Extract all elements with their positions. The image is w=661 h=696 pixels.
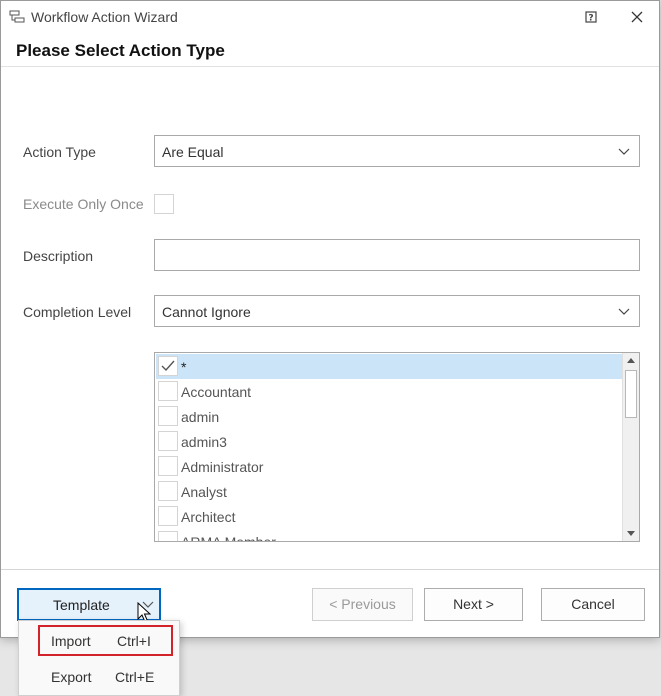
- list-item[interactable]: admin: [156, 404, 623, 429]
- list-item-label: *: [181, 359, 187, 375]
- footer-divider: [1, 569, 659, 570]
- menu-item-shortcut: Ctrl+I: [117, 633, 151, 649]
- list-item-label: ARMA Member: [181, 534, 276, 542]
- description-label: Description: [23, 248, 94, 264]
- action-type-value: Are Equal: [162, 144, 224, 160]
- next-button[interactable]: Next >: [424, 588, 523, 621]
- list-item[interactable]: Analyst: [156, 479, 623, 504]
- header-divider: [1, 66, 659, 67]
- menu-item-import[interactable]: Import Ctrl+I: [38, 625, 173, 656]
- list-item-checkbox[interactable]: [158, 531, 178, 541]
- action-type-dropdown[interactable]: Are Equal: [154, 135, 640, 167]
- previous-button[interactable]: < Previous: [312, 588, 413, 621]
- list-item-label: Architect: [181, 509, 236, 525]
- action-type-label: Action Type: [23, 144, 96, 160]
- description-input[interactable]: [154, 239, 640, 271]
- execute-only-once-checkbox[interactable]: [154, 194, 174, 214]
- list-item[interactable]: admin3: [156, 429, 623, 454]
- execute-only-once-label: Execute Only Once: [23, 196, 144, 212]
- template-button-label: Template: [53, 597, 110, 613]
- list-item[interactable]: *: [156, 354, 623, 379]
- chevron-down-icon: [618, 148, 630, 155]
- list-item-checkbox[interactable]: [158, 456, 178, 476]
- list-item-checkbox[interactable]: [158, 431, 178, 451]
- completion-level-value: Cannot Ignore: [162, 304, 251, 320]
- list-item[interactable]: Architect: [156, 504, 623, 529]
- menu-item-shortcut: Ctrl+E: [115, 669, 155, 685]
- help-icon[interactable]: ?: [581, 7, 601, 27]
- checkmark-icon: [161, 360, 175, 372]
- window-title: Workflow Action Wizard: [31, 9, 178, 25]
- svg-text:?: ?: [588, 14, 593, 24]
- completion-level-label: Completion Level: [23, 304, 132, 320]
- scroll-down-arrow-icon[interactable]: [623, 525, 639, 541]
- cancel-button[interactable]: Cancel: [541, 588, 645, 621]
- list-item-label: admin3: [181, 434, 227, 450]
- scroll-up-arrow-icon[interactable]: [623, 353, 639, 369]
- list-item[interactable]: ARMA Member: [156, 529, 623, 542]
- list-item-label: Administrator: [181, 459, 264, 475]
- scroll-thumb[interactable]: [625, 370, 637, 418]
- menu-item-label: Export: [51, 669, 92, 685]
- list-item-checkbox[interactable]: [158, 406, 178, 426]
- list-item-checkbox[interactable]: [158, 481, 178, 501]
- list-item-checkbox[interactable]: [158, 381, 178, 401]
- title-bar: Workflow Action Wizard ?: [1, 1, 659, 33]
- close-icon[interactable]: [627, 7, 647, 27]
- list-item-checkbox[interactable]: [158, 506, 178, 526]
- list-item[interactable]: Accountant: [156, 379, 623, 404]
- menu-item-label: Import: [51, 633, 91, 649]
- list-item-label: Accountant: [181, 384, 252, 400]
- list-item-label: admin: [181, 409, 220, 425]
- template-dropdown-menu: Import Ctrl+I Export Ctrl+E: [18, 620, 180, 696]
- workflow-icon: [9, 10, 25, 23]
- list-item-label: Analyst: [181, 484, 227, 500]
- completion-level-dropdown[interactable]: Cannot Ignore: [154, 295, 640, 327]
- chevron-down-icon: [618, 308, 630, 315]
- list-item[interactable]: Administrator: [156, 454, 623, 479]
- menu-item-export[interactable]: Export Ctrl+E: [19, 662, 179, 692]
- workflow-action-wizard-dialog: Workflow Action Wizard ? Please Select A…: [0, 0, 660, 638]
- page-title: Please Select Action Type: [16, 41, 225, 60]
- list-item-checkbox[interactable]: [158, 356, 178, 376]
- roles-checklist[interactable]: * Accountant admin admin3 Administrator …: [154, 352, 640, 542]
- list-scrollbar[interactable]: [622, 353, 639, 541]
